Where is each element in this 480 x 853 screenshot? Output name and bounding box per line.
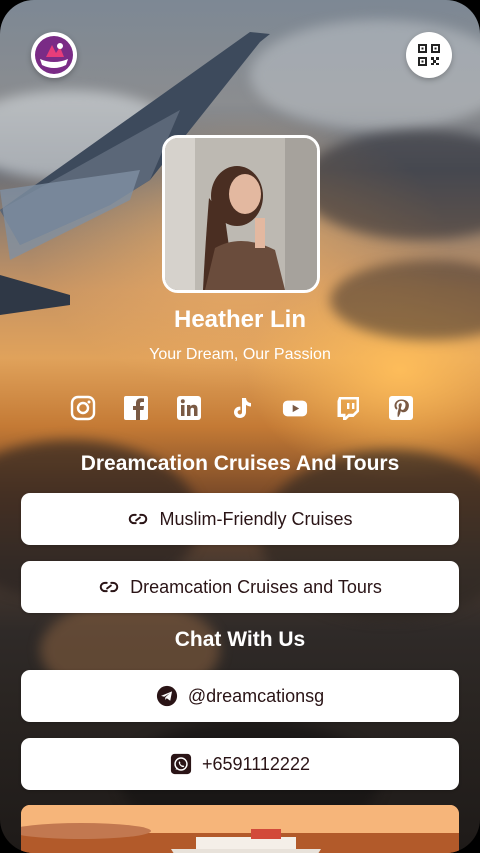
twitch-icon[interactable] [335, 395, 361, 421]
link-icon [99, 581, 119, 593]
tiktok-icon[interactable] [229, 395, 255, 421]
facebook-icon[interactable] [123, 395, 149, 421]
qr-code-button[interactable] [406, 32, 452, 78]
telegram-chat-button[interactable]: @dreamcationsg [21, 670, 459, 722]
brand-logo-button[interactable] [31, 32, 77, 78]
linkedin-icon[interactable] [176, 395, 202, 421]
social-icons-row [70, 395, 414, 421]
profile-tagline: Your Dream, Our Passion [149, 346, 331, 363]
cruise-ship-image [21, 805, 459, 853]
profile-page: Heather Lin Your Dream, Our Passion Drea… [0, 0, 480, 853]
link-icon [129, 513, 148, 525]
cloud-decoration [300, 130, 480, 240]
instagram-icon[interactable] [70, 395, 96, 421]
profile-avatar [162, 135, 320, 293]
profile-name: Heather Lin [173, 306, 307, 333]
link-button-muslim-friendly-cruises[interactable]: Muslim-Friendly Cruises [21, 493, 459, 545]
telegram-icon [156, 685, 177, 707]
links-section-title: Dreamcation Cruises And Tours [80, 452, 400, 475]
featured-cruise-card[interactable] [21, 805, 459, 853]
whatsapp-chat-button[interactable]: +6591112222 [21, 738, 459, 790]
profile-photo [165, 138, 317, 290]
chat-section-title: Chat With Us [174, 628, 306, 651]
link-button-dreamcation-cruises-and-tours[interactable]: Dreamcation Cruises and Tours [21, 561, 459, 613]
whatsapp-number: +6591112222 [202, 753, 310, 774]
telegram-handle: @dreamcationsg [187, 685, 325, 706]
whatsapp-icon [170, 753, 192, 775]
qr-code-icon [418, 44, 440, 66]
link-label: Muslim-Friendly Cruises [159, 508, 353, 529]
youtube-icon[interactable] [282, 395, 308, 421]
brand-logo [35, 36, 73, 74]
pinterest-icon[interactable] [388, 395, 414, 421]
link-label: Dreamcation Cruises and Tours [130, 576, 382, 597]
cloud-decoration [250, 20, 480, 130]
